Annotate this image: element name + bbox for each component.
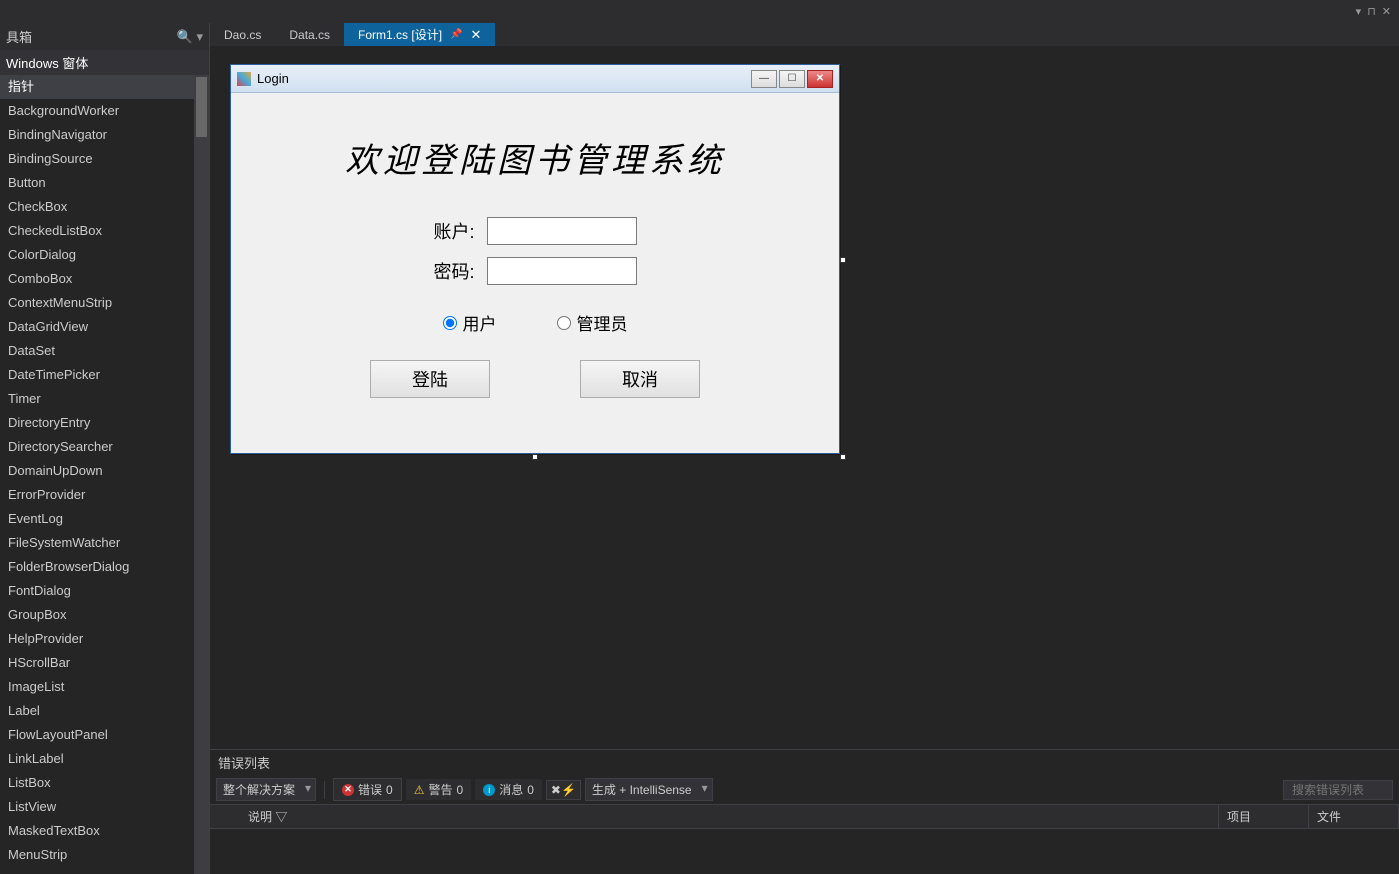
tool-item[interactable]: 指针 [0, 75, 209, 99]
password-input[interactable] [487, 257, 637, 285]
tool-item[interactable]: FlowLayoutPanel [0, 723, 209, 747]
tool-item[interactable]: DirectorySearcher [0, 435, 209, 459]
col-project[interactable]: 项目 [1219, 805, 1309, 828]
errors-filter[interactable]: ✕错误 0 [333, 778, 402, 801]
tool-item[interactable]: ErrorProvider [0, 483, 209, 507]
error-search-input[interactable] [1283, 780, 1393, 800]
tool-item[interactable]: LinkLabel [0, 747, 209, 771]
tool-item[interactable]: MaskedTextBox [0, 819, 209, 843]
account-label: 账户: [433, 218, 474, 244]
winform-title: Login [257, 71, 751, 86]
form-heading: 欢迎登陆图书管理系统 [251, 133, 819, 182]
tool-item[interactable]: FolderBrowserDialog [0, 555, 209, 579]
search-icon[interactable]: 🔍 ▾ [177, 29, 203, 45]
tool-item[interactable]: FileSystemWatcher [0, 531, 209, 555]
resize-handle[interactable] [532, 454, 538, 460]
close-button[interactable]: ✕ [807, 70, 833, 88]
toolbox-panel: 具箱 🔍 ▾ Windows 窗体 指针BackgroundWorkerBind… [0, 23, 210, 874]
cancel-button[interactable]: 取消 [580, 360, 700, 398]
editor-tab[interactable]: Dao.cs [210, 23, 275, 46]
toolbox-section-header[interactable]: Windows 窗体 [0, 50, 209, 75]
maximize-button[interactable]: ☐ [779, 70, 805, 88]
password-label: 密码: [433, 258, 474, 284]
messages-filter[interactable]: i消息 0 [475, 779, 542, 800]
editor-tabs: Dao.csData.csForm1.cs [设计]📌✕ [210, 23, 1399, 46]
tool-item[interactable]: ImageList [0, 675, 209, 699]
toolbox-list: 指针BackgroundWorkerBindingNavigatorBindin… [0, 75, 209, 874]
tool-item[interactable]: Button [0, 171, 209, 195]
tool-item[interactable]: ListBox [0, 771, 209, 795]
tool-item[interactable]: DateTimePicker [0, 363, 209, 387]
app-icon [237, 72, 251, 86]
tool-item[interactable]: Timer [0, 387, 209, 411]
warning-icon: ⚠ [414, 783, 425, 797]
account-input[interactable] [487, 217, 637, 245]
winform-login[interactable]: Login — ☐ ✕ 欢迎登陆图书管理系统 账户: [230, 64, 840, 454]
tool-item[interactable]: DirectoryEntry [0, 411, 209, 435]
radio-admin[interactable]: 管理员 [557, 310, 628, 335]
close-icon[interactable]: ✕ [1382, 5, 1391, 18]
tool-item[interactable]: BackgroundWorker [0, 99, 209, 123]
tool-item[interactable]: CheckBox [0, 195, 209, 219]
tool-item[interactable]: ComboBox [0, 267, 209, 291]
editor-tab[interactable]: Data.cs [275, 23, 344, 46]
tool-item[interactable]: CheckedListBox [0, 219, 209, 243]
form-designer[interactable]: Login — ☐ ✕ 欢迎登陆图书管理系统 账户: [210, 46, 1399, 749]
scrollbar-thumb[interactable] [196, 77, 207, 137]
login-button[interactable]: 登陆 [370, 360, 490, 398]
tool-item[interactable]: BindingNavigator [0, 123, 209, 147]
col-file[interactable]: 文件 [1309, 805, 1399, 828]
warnings-filter[interactable]: ⚠警告 0 [406, 779, 471, 800]
tool-item[interactable]: EventLog [0, 507, 209, 531]
minimize-button[interactable]: — [751, 70, 777, 88]
error-list-panel: 错误列表 整个解决方案 ✕错误 0 ⚠警告 0 i消息 0 ✖⚡ 生成 + In… [210, 749, 1399, 874]
tool-item[interactable]: DomainUpDown [0, 459, 209, 483]
ide-top-bar: ▾ ⊓ ✕ [0, 0, 1399, 23]
tool-item[interactable]: DataSet [0, 339, 209, 363]
tool-item[interactable]: ColorDialog [0, 243, 209, 267]
tool-item[interactable]: FontDialog [0, 579, 209, 603]
error-icon: ✕ [342, 784, 354, 796]
toolbox-title: 具箱 [6, 27, 177, 46]
resize-handle[interactable] [840, 454, 846, 460]
close-tab-icon[interactable]: ✕ [471, 27, 482, 43]
col-description[interactable]: 说明 ▽ [240, 805, 1219, 828]
error-list-title: 错误列表 [210, 750, 1399, 775]
pin-icon[interactable]: 📌 [450, 29, 462, 40]
editor-tab[interactable]: Form1.cs [设计]📌✕ [344, 23, 495, 46]
tool-item[interactable]: HelpProvider [0, 627, 209, 651]
dropdown-icon[interactable]: ▾ [1356, 5, 1362, 18]
tool-item[interactable]: HScrollBar [0, 651, 209, 675]
tool-item[interactable]: ListView [0, 795, 209, 819]
radio-admin-input[interactable] [557, 316, 571, 330]
tool-item[interactable]: BindingSource [0, 147, 209, 171]
tool-item[interactable]: MessageQueue [0, 867, 209, 874]
pin-icon[interactable]: ⊓ [1367, 5, 1376, 18]
radio-user[interactable]: 用户 [443, 310, 497, 335]
tool-item[interactable]: Label [0, 699, 209, 723]
tool-item[interactable]: MenuStrip [0, 843, 209, 867]
radio-user-input[interactable] [443, 316, 457, 330]
clear-button[interactable]: ✖⚡ [546, 780, 581, 800]
build-filter-dropdown[interactable]: 生成 + IntelliSense [585, 778, 713, 801]
scope-dropdown[interactable]: 整个解决方案 [216, 778, 316, 801]
resize-handle[interactable] [840, 257, 846, 263]
scrollbar[interactable] [194, 75, 209, 874]
tool-item[interactable]: DataGridView [0, 315, 209, 339]
tool-item[interactable]: ContextMenuStrip [0, 291, 209, 315]
winform-titlebar[interactable]: Login — ☐ ✕ [231, 65, 839, 93]
info-icon: i [483, 784, 495, 796]
tool-item[interactable]: GroupBox [0, 603, 209, 627]
